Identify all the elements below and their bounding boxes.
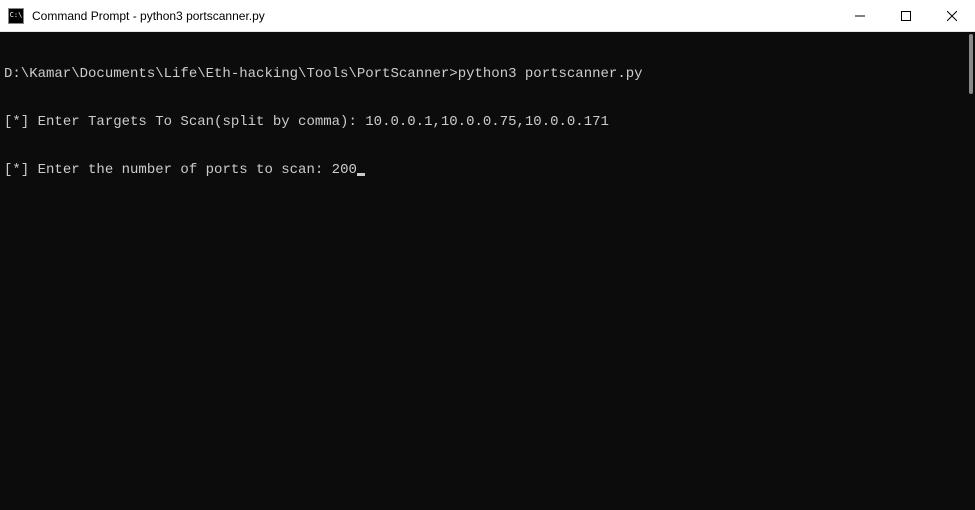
line-prefix: [*] — [4, 162, 38, 178]
minimize-icon — [855, 11, 865, 21]
window-title: Command Prompt - python3 portscanner.py — [32, 9, 265, 23]
scrollbar-thumb[interactable] — [969, 34, 973, 94]
window: Command Prompt - python3 portscanner.py — [0, 0, 975, 510]
command-text: python3 portscanner.py — [458, 66, 643, 82]
terminal-area[interactable]: D:\Kamar\Documents\Life\Eth-hacking\Tool… — [0, 32, 975, 510]
prompt-path: D:\Kamar\Documents\Life\Eth-hacking\Tool… — [4, 66, 458, 82]
ports-input: 200 — [332, 162, 357, 178]
line-prefix: [*] — [4, 114, 38, 130]
targets-prompt: Enter Targets To Scan(split by comma): — [38, 114, 366, 130]
titlebar[interactable]: Command Prompt - python3 portscanner.py — [0, 0, 975, 32]
close-button[interactable] — [929, 0, 975, 31]
minimize-button[interactable] — [837, 0, 883, 31]
terminal-line-3: [*] Enter the number of ports to scan: 2… — [4, 162, 971, 178]
cursor — [357, 173, 365, 176]
close-icon — [947, 11, 957, 21]
terminal-line-1: D:\Kamar\Documents\Life\Eth-hacking\Tool… — [4, 66, 971, 82]
maximize-icon — [901, 11, 911, 21]
targets-input: 10.0.0.1,10.0.0.75,10.0.0.171 — [365, 114, 609, 130]
ports-prompt: Enter the number of ports to scan: — [38, 162, 332, 178]
cmd-icon — [8, 8, 24, 24]
maximize-button[interactable] — [883, 0, 929, 31]
window-controls — [837, 0, 975, 31]
terminal-line-2: [*] Enter Targets To Scan(split by comma… — [4, 114, 971, 130]
titlebar-left: Command Prompt - python3 portscanner.py — [8, 8, 265, 24]
